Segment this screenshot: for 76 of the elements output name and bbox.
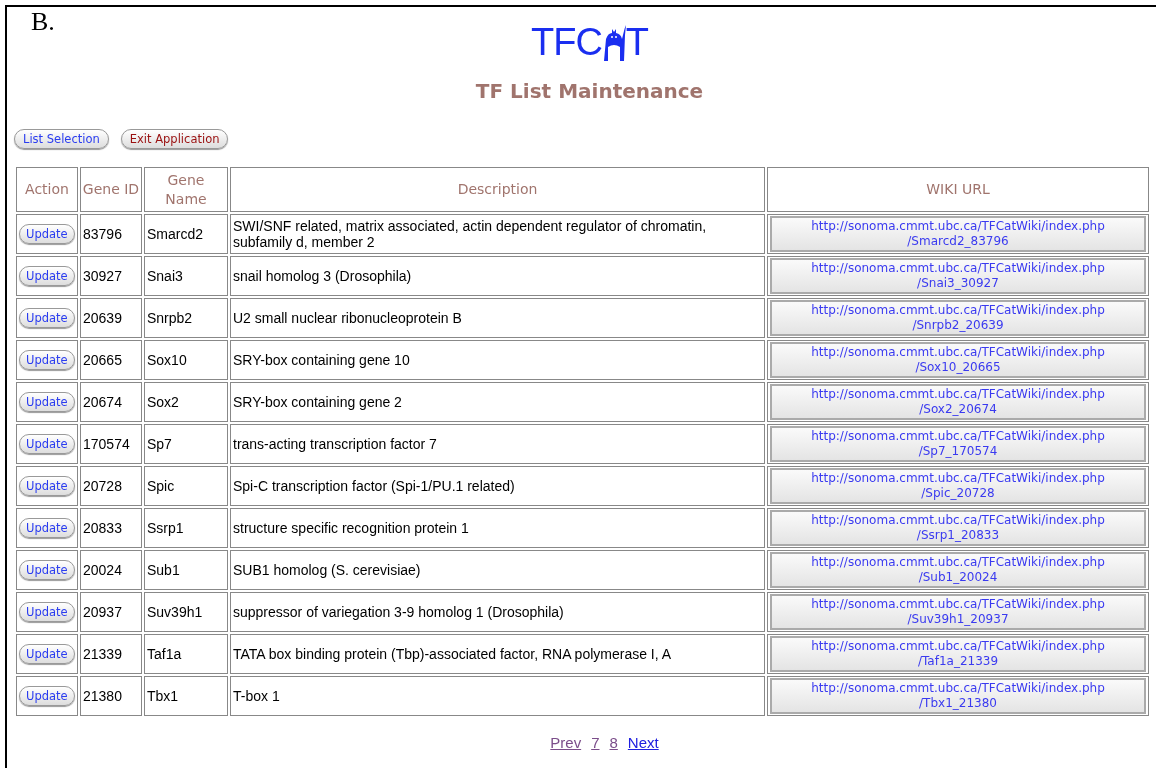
wiki-url-button[interactable]: http://sonoma.cmmt.ubc.ca/TFCatWiki/index.php /Snai3_30927 bbox=[770, 258, 1146, 294]
update-button[interactable]: Update bbox=[19, 560, 75, 580]
table-cell: structure specific recognition protein 1 bbox=[230, 508, 765, 548]
wiki-url-button[interactable]: http://sonoma.cmmt.ubc.ca/TFCatWiki/index.php /Ssrp1_20833 bbox=[770, 510, 1146, 546]
wiki-url-button[interactable]: http://sonoma.cmmt.ubc.ca/TFCatWiki/index.php /Smarcd2_83796 bbox=[770, 216, 1146, 252]
table-cell: Sox10 bbox=[144, 340, 228, 380]
update-button[interactable]: Update bbox=[19, 602, 75, 622]
column-header: Gene Name bbox=[144, 167, 228, 212]
column-header: Action bbox=[16, 167, 78, 212]
table-cell: 170574 bbox=[80, 424, 142, 464]
update-button[interactable]: Update bbox=[19, 224, 75, 244]
update-button[interactable]: Update bbox=[19, 350, 75, 370]
pagination-link[interactable]: 8 bbox=[609, 734, 618, 751]
cat-icon bbox=[601, 25, 626, 61]
table-cell: 20674 bbox=[80, 382, 142, 422]
table-cell: Tbx1 bbox=[144, 676, 228, 716]
table-cell: suppressor of variegation 3-9 homolog 1 (Drosophila) bbox=[230, 592, 765, 632]
pagination-link[interactable]: Next bbox=[627, 734, 659, 751]
wiki-url-button[interactable]: http://sonoma.cmmt.ubc.ca/TFCatWiki/index.php /Taf1a_21339 bbox=[770, 636, 1146, 672]
list-selection-button[interactable]: List Selection bbox=[14, 129, 109, 149]
exit-button[interactable]: Exit Application bbox=[120, 129, 229, 149]
update-button[interactable]: Update bbox=[19, 266, 75, 286]
table-cell: Snrpb2 bbox=[144, 298, 228, 338]
table-cell: 21339 bbox=[80, 634, 142, 674]
wiki-url-button[interactable]: http://sonoma.cmmt.ubc.ca/TFCatWiki/index.php /Tbx1_21380 bbox=[770, 678, 1146, 714]
table-cell: 20833 bbox=[80, 508, 142, 548]
table-cell: 83796 bbox=[80, 214, 142, 254]
table-cell: Ssrp1 bbox=[144, 508, 228, 548]
table-cell: snail homolog 3 (Drosophila) bbox=[230, 256, 765, 296]
table-cell: 20639 bbox=[80, 298, 142, 338]
table-cell: TATA box binding protein (Tbp)-associated factor, RNA polymerase I, A bbox=[230, 634, 765, 674]
table-cell: Sub1 bbox=[144, 550, 228, 590]
wiki-url-button[interactable]: http://sonoma.cmmt.ubc.ca/TFCatWiki/index.php /Spic_20728 bbox=[770, 468, 1146, 504]
table-cell: trans-acting transcription factor 7 bbox=[230, 424, 765, 464]
update-button[interactable]: Update bbox=[19, 434, 75, 454]
table-cell: Sox2 bbox=[144, 382, 228, 422]
table-cell: Suv39h1 bbox=[144, 592, 228, 632]
column-header: WIKI URL bbox=[767, 167, 1149, 212]
table-cell: 20728 bbox=[80, 466, 142, 506]
page-title: TF List Maintenance bbox=[475, 79, 704, 103]
table-cell: SRY-box containing gene 10 bbox=[230, 340, 765, 380]
table-cell: SRY-box containing gene 2 bbox=[230, 382, 765, 422]
update-button[interactable]: Update bbox=[19, 476, 75, 496]
wiki-url-button[interactable]: http://sonoma.cmmt.ubc.ca/TFCatWiki/index.php /Sox2_20674 bbox=[770, 384, 1146, 420]
table-cell: 20665 bbox=[80, 340, 142, 380]
update-button[interactable]: Update bbox=[19, 518, 75, 538]
update-button[interactable]: Update bbox=[19, 392, 75, 412]
update-button[interactable]: Update bbox=[19, 308, 75, 328]
wiki-url-button[interactable]: http://sonoma.cmmt.ubc.ca/TFCatWiki/index.php /Sp7_170574 bbox=[770, 426, 1146, 462]
wiki-url-button[interactable]: http://sonoma.cmmt.ubc.ca/TFCatWiki/index.php /Sub1_20024 bbox=[770, 552, 1146, 588]
wiki-url-button[interactable]: http://sonoma.cmmt.ubc.ca/TFCatWiki/index.php /Suv39h1_20937 bbox=[770, 594, 1146, 630]
pagination-link[interactable]: Prev bbox=[550, 734, 582, 751]
table-cell: Spi-C transcription factor (Spi-1/PU.1 related) bbox=[230, 466, 765, 506]
table-cell: 20937 bbox=[80, 592, 142, 632]
logo-text: T bbox=[625, 23, 649, 61]
table-cell: SWI/SNF related, matrix associated, actin dependent regulator of chromatin, subfamily d, member 2 bbox=[230, 214, 765, 254]
table-cell: 20024 bbox=[80, 550, 142, 590]
pagination-link[interactable]: 7 bbox=[591, 734, 600, 751]
table-cell: 21380 bbox=[80, 676, 142, 716]
column-header: Gene ID bbox=[80, 167, 142, 212]
logo-text: TFC bbox=[530, 23, 602, 61]
wiki-url-button[interactable]: http://sonoma.cmmt.ubc.ca/TFCatWiki/index.php /Snrpb2_20639 bbox=[770, 300, 1146, 336]
wiki-url-button[interactable]: http://sonoma.cmmt.ubc.ca/TFCatWiki/index.php /Sox10_20665 bbox=[770, 342, 1146, 378]
update-button[interactable]: Update bbox=[19, 644, 75, 664]
table-cell: U2 small nuclear ribonucleoprotein B bbox=[230, 298, 765, 338]
figure-label: B. bbox=[30, 6, 55, 36]
table-cell: Snai3 bbox=[144, 256, 228, 296]
table-cell: Taf1a bbox=[144, 634, 228, 674]
table-cell: SUB1 homolog (S. cerevisiae) bbox=[230, 550, 765, 590]
table-cell: Smarcd2 bbox=[144, 214, 228, 254]
update-button[interactable]: Update bbox=[19, 686, 75, 706]
column-header: Description bbox=[230, 167, 765, 212]
table-cell: T-box 1 bbox=[230, 676, 765, 716]
table-cell: 30927 bbox=[80, 256, 142, 296]
table-cell: Spic bbox=[144, 466, 228, 506]
table-cell: Sp7 bbox=[144, 424, 228, 464]
